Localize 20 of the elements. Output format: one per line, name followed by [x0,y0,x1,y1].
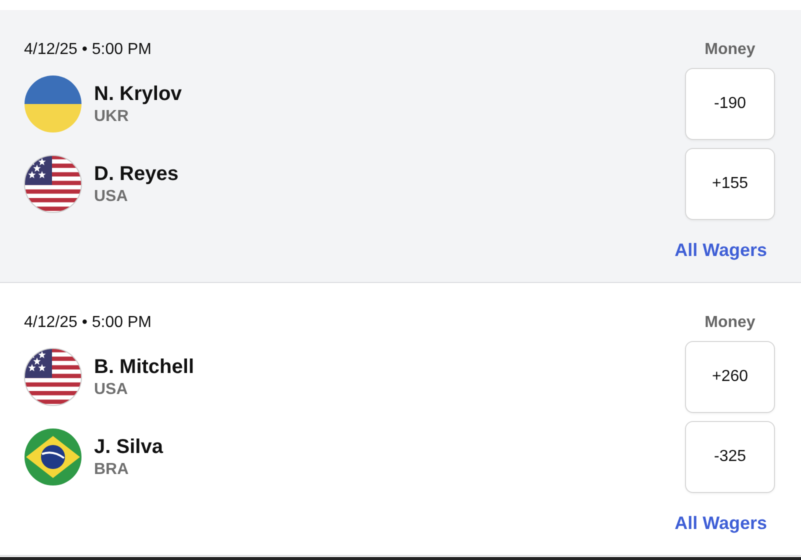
market-label: Money [704,314,756,332]
all-wagers-link[interactable]: All Wagers [674,513,767,534]
flag-icon [24,348,82,406]
country-code: UKR [94,108,130,126]
player-name: B. Mitchell [94,356,194,378]
odds-button[interactable]: +155 [685,148,775,220]
odds-button[interactable]: +260 [685,341,775,413]
match-time: 4/12/25 • 5:00 PM [24,41,152,59]
player-name: D. Reyes [94,162,178,186]
player-name: N. Krylov [94,82,182,106]
odds-button[interactable]: -325 [685,421,775,493]
match-time: 4/12/25 • 5:00 PM [24,314,152,332]
country-code: USA [94,380,129,398]
all-wagers-link[interactable]: All Wagers [674,240,767,261]
flag-icon [24,75,82,133]
market-label: Money [704,41,756,59]
country-code: BRA [94,460,130,478]
player-name: J. Silva [94,436,163,458]
country-code: USA [94,188,129,206]
odds-button[interactable]: -190 [685,68,775,140]
